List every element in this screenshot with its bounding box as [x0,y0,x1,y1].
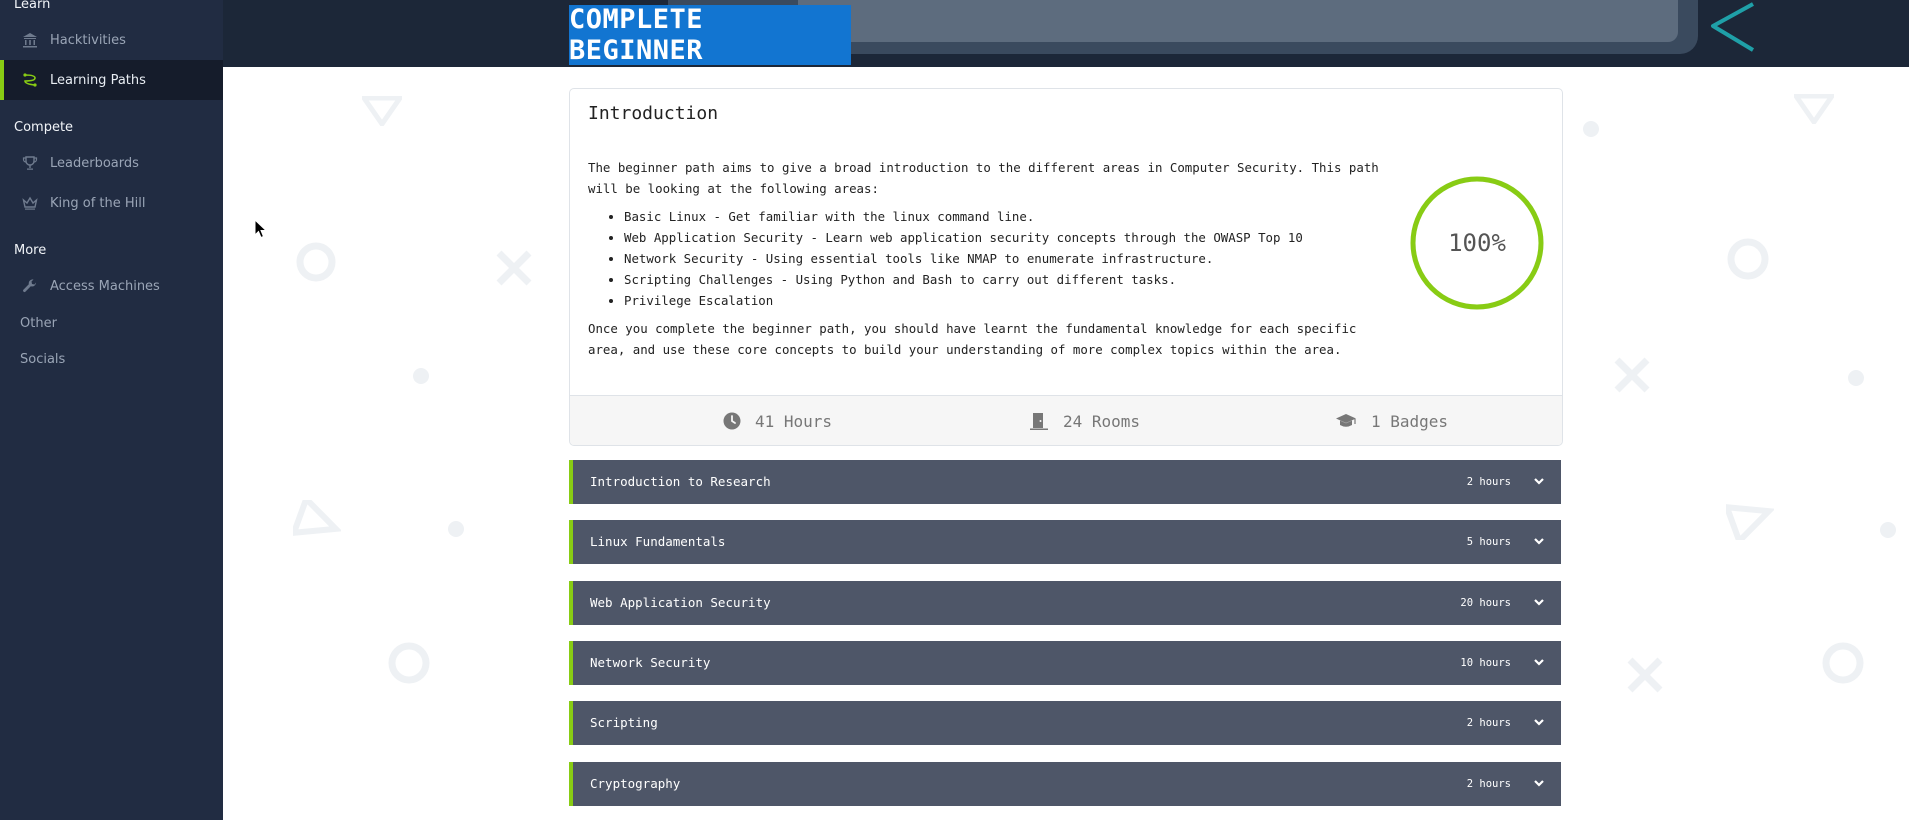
sidebar-section-learn: Learn [14,0,51,12]
mouse-cursor-icon [254,219,268,239]
triangle-icon [359,95,405,130]
clock-icon [723,412,741,430]
intro-heading: Introduction [588,103,719,124]
module-linux-fundamentals[interactable]: Linux Fundamentals 5 hours [569,520,1561,564]
x-icon [494,248,534,292]
sidebar: Learn Hacktivities Learning Paths Compet… [0,0,223,820]
crown-icon [20,195,40,211]
chevron-down-icon [1534,599,1544,606]
triangle-icon [1722,496,1776,547]
progress-percentage: 100% [1448,229,1506,257]
module-network-security[interactable]: Network Security 10 hours [569,641,1561,685]
module-cryptography[interactable]: Cryptography 2 hours [569,762,1561,806]
circle-icon [1725,236,1771,286]
module-title: Introduction to Research [590,474,771,489]
graduation-cap-icon [1335,413,1357,429]
intro-body: The beginner path aims to give a broad i… [588,157,1398,360]
sidebar-item-label: King of the Hill [50,195,146,211]
page-title: COMPLETE BEGINNER [569,4,851,66]
chevron-down-icon [1534,659,1544,666]
dot-icon [1583,121,1599,141]
path-icon [20,72,40,88]
sidebar-item-socials[interactable]: Socials [20,352,65,367]
sidebar-item-learning-paths[interactable]: Learning Paths [0,60,223,100]
list-item: Web Application Security - Learn web app… [624,227,1398,248]
chevron-down-icon [1534,478,1544,485]
sidebar-item-other[interactable]: Other [20,316,57,331]
stat-rooms-label: 24 Rooms [1063,411,1141,431]
x-icon [1625,655,1665,699]
module-scripting[interactable]: Scripting 2 hours [569,701,1561,745]
hero-banner [223,0,1909,67]
list-item: Network Security - Using essential tools… [624,248,1398,269]
sidebar-item-label: Learning Paths [50,72,146,88]
door-icon [1029,412,1049,430]
module-introduction-to-research[interactable]: Introduction to Research 2 hours [569,460,1561,504]
sidebar-section-more: More [14,243,47,258]
stat-badges: 1 Badges [1335,396,1449,445]
module-hours: 2 hours [1466,476,1511,488]
path-stats: 41 Hours 24 Rooms 1 Badges [570,395,1562,445]
module-title: Linux Fundamentals [590,534,726,549]
sidebar-item-label: Leaderboards [50,155,139,171]
circle-icon [1820,640,1866,690]
stat-rooms: 24 Rooms [1029,396,1141,445]
sidebar-item-label: Access Machines [50,278,160,294]
stat-hours-label: 41 Hours [755,411,833,431]
triangle-icon [1711,2,1755,52]
dot-icon [413,368,429,388]
list-item: Scripting Challenges - Using Python and … [624,269,1398,290]
circle-icon [386,640,432,690]
intro-card: Introduction The beginner path aims to g… [569,88,1563,446]
module-hours: 10 hours [1460,657,1511,669]
chevron-down-icon [1534,719,1544,726]
module-hours: 2 hours [1466,717,1511,729]
intro-paragraph: The beginner path aims to give a broad i… [588,160,1379,196]
triangle-icon [289,493,343,548]
sidebar-item-hacktivities[interactable]: Hacktivities [0,20,223,60]
list-item: Privilege Escalation [624,290,1398,311]
module-web-application-security[interactable]: Web Application Security 20 hours [569,581,1561,625]
chevron-down-icon [1534,538,1544,545]
dot-icon [1848,370,1864,390]
chevron-down-icon [1534,780,1544,787]
dot-icon [448,521,464,541]
sidebar-item-king-of-the-hill[interactable]: King of the Hill [0,183,223,223]
x-icon [1612,355,1652,399]
dot-icon [1880,522,1896,542]
module-hours: 20 hours [1460,597,1511,609]
stat-badges-label: 1 Badges [1371,411,1449,431]
wrench-icon [20,278,40,294]
sidebar-item-label: Hacktivities [50,32,126,48]
sidebar-item-access-machines[interactable]: Access Machines [0,266,223,306]
module-hours: 5 hours [1466,536,1511,548]
intro-list: Basic Linux - Get familiar with the linu… [588,206,1398,311]
module-title: Web Application Security [590,595,771,610]
list-item: Basic Linux - Get familiar with the linu… [624,206,1398,227]
module-title: Scripting [590,715,658,730]
triangle-icon [1791,93,1837,128]
trophy-icon [20,155,40,171]
bank-icon [20,32,40,48]
circle-icon [294,240,338,288]
stat-hours: 41 Hours [723,396,833,445]
module-title: Network Security [590,655,711,670]
module-hours: 2 hours [1466,778,1511,790]
sidebar-section-compete: Compete [14,120,74,135]
module-title: Cryptography [590,776,681,791]
intro-paragraph: Once you complete the beginner path, you… [588,321,1357,357]
sidebar-item-leaderboards[interactable]: Leaderboards [0,143,223,183]
